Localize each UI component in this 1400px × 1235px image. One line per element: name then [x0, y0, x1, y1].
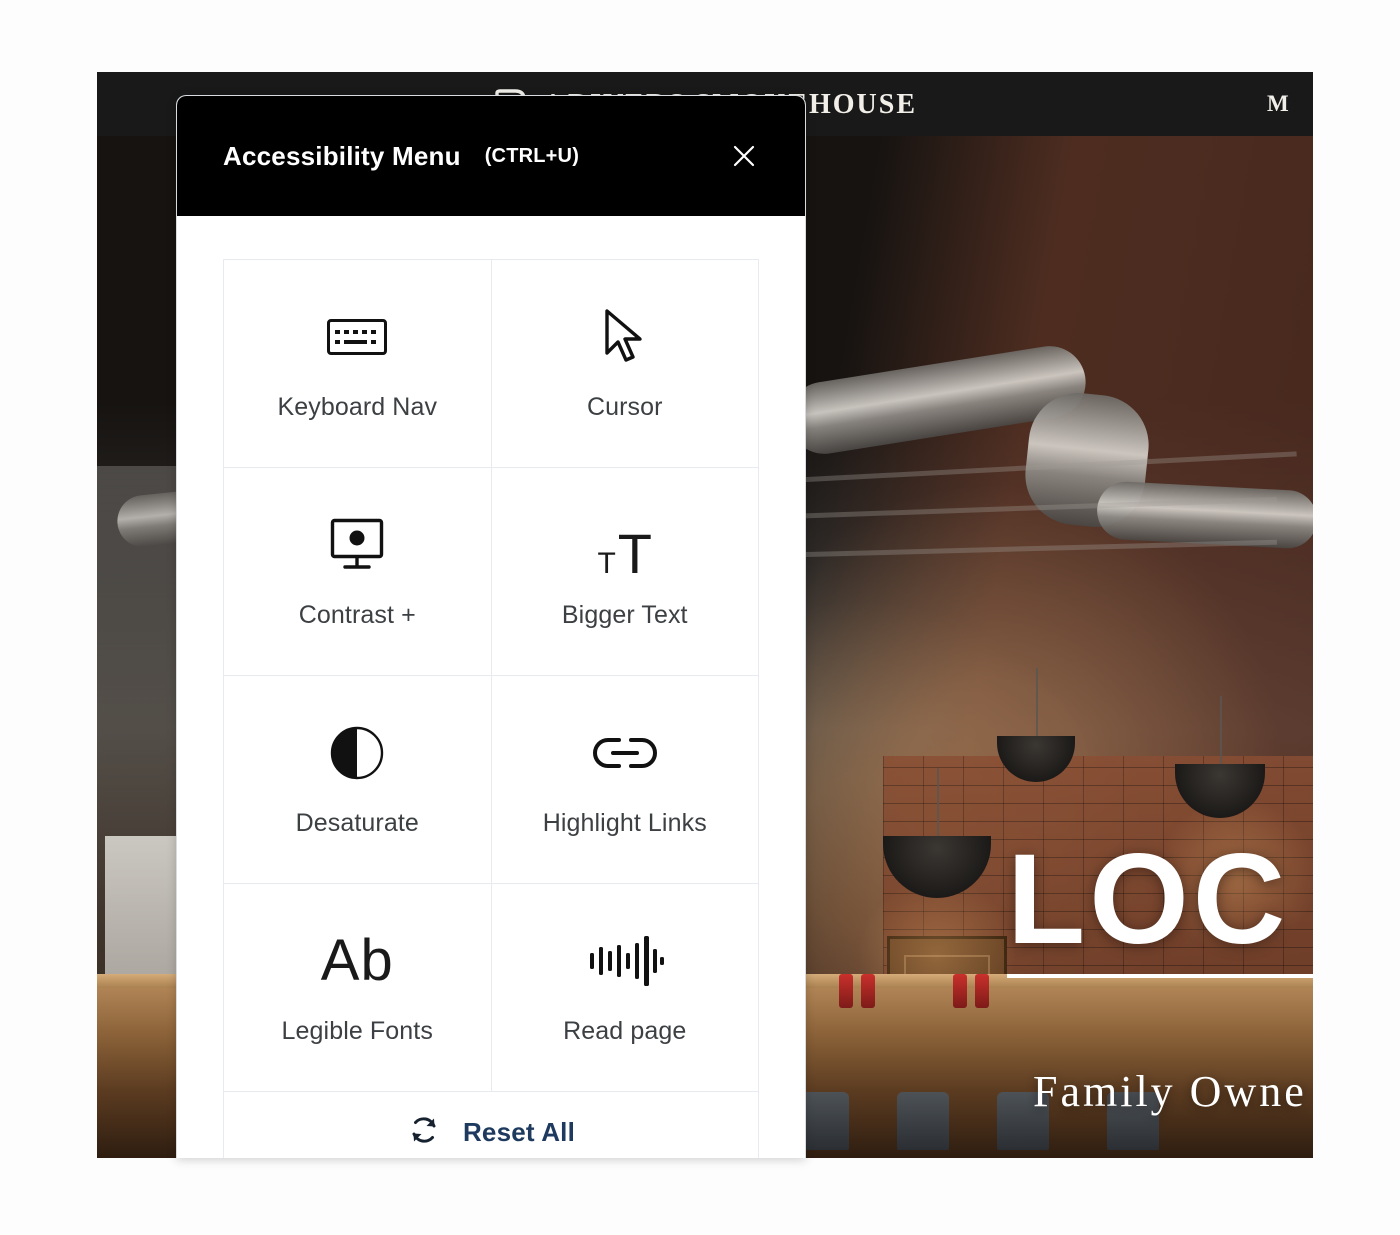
option-keyboard-nav[interactable]: Keyboard Nav [224, 260, 492, 468]
bigger-text-large-glyph: T [617, 522, 653, 586]
hero-subtitle: Family Owne [1033, 1067, 1307, 1116]
keyboard-icon [326, 305, 388, 369]
refresh-cycle-icon [407, 1113, 441, 1152]
option-highlight-links[interactable]: Highlight Links [491, 676, 759, 884]
accessibility-menu-dialog: Accessibility Menu (CTRL+U) Keyboard Nav… [176, 95, 806, 1158]
cursor-arrow-icon [599, 305, 651, 369]
reset-all-label: Reset All [462, 1117, 576, 1147]
link-chain-icon [591, 721, 659, 785]
hero-title: LOC [1007, 828, 1290, 971]
half-filled-circle-icon [328, 721, 386, 785]
site-nav-menu-label: M [1267, 91, 1291, 116]
option-contrast[interactable]: Contrast + [224, 468, 492, 676]
close-icon[interactable] [725, 137, 763, 175]
option-label: Contrast + [298, 601, 416, 629]
option-legible-fonts[interactable]: Ab Legible Fonts [224, 884, 492, 1092]
hero-divider-rule [1007, 974, 1313, 978]
ab-letters-icon: Ab [320, 928, 394, 993]
screen: 4 RIVERS SMOKEHOUSE M [0, 0, 1400, 1235]
accessibility-menu-title: Accessibility Menu [223, 140, 461, 171]
accessibility-menu-shortcut: (CTRL+U) [484, 144, 580, 167]
audio-waveform-icon [586, 929, 664, 993]
option-label: Keyboard Nav [277, 393, 438, 421]
accessibility-menu-body: Keyboard Nav Cursor Contrast + T T Bigge… [177, 216, 805, 1158]
condiment-bottle [953, 974, 967, 1008]
accessibility-menu-header: Accessibility Menu (CTRL+U) [177, 96, 805, 216]
option-read-page[interactable]: Read page [491, 884, 759, 1092]
accessibility-options-grid: Keyboard Nav Cursor Contrast + T T Bigge… [223, 259, 759, 1158]
bigger-text-icon: T T [597, 513, 653, 586]
option-label: Highlight Links [542, 809, 707, 837]
reset-all-button[interactable]: Reset All [224, 1092, 759, 1158]
option-desaturate[interactable]: Desaturate [224, 676, 492, 884]
option-bigger-text[interactable]: T T Bigger Text [491, 468, 759, 676]
option-cursor[interactable]: Cursor [491, 260, 759, 468]
condiment-bottle [975, 974, 989, 1008]
site-nav-menu-link[interactable]: M [1267, 72, 1303, 136]
option-label: Bigger Text [561, 601, 688, 629]
monitor-contrast-icon [326, 513, 388, 577]
option-label: Cursor [586, 393, 663, 421]
bigger-text-small-glyph: T [597, 547, 616, 581]
option-label: Legible Fonts [281, 1017, 433, 1045]
bar-stool [897, 1092, 949, 1150]
ceiling-duct [1095, 480, 1313, 550]
condiment-bottle [861, 974, 875, 1008]
option-label: Desaturate [295, 809, 419, 837]
condiment-bottle [839, 974, 853, 1008]
option-label: Read page [563, 1017, 687, 1045]
